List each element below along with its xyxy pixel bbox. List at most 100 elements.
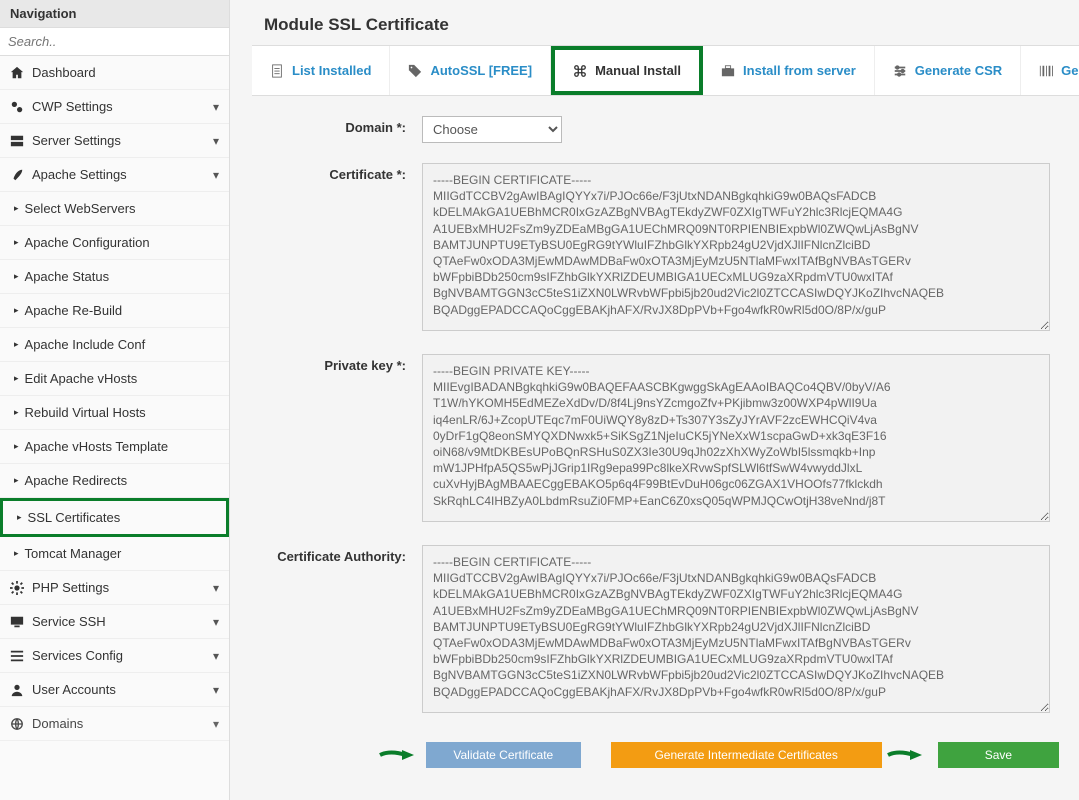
tabs: List Installed AutoSSL [FREE] Manual Ins… <box>252 46 1079 96</box>
sub-edit-apache-vhosts[interactable]: ▸Edit Apache vHosts <box>0 362 229 396</box>
caret-icon: ▸ <box>14 203 19 214</box>
certificate-label: Certificate *: <box>272 163 422 334</box>
caret-icon: ▸ <box>14 548 19 559</box>
doc-icon <box>270 64 284 78</box>
chevron-down-icon <box>213 580 219 595</box>
sub-ssl-certificates[interactable]: ▸ SSL Certificates <box>0 498 229 537</box>
sub-rebuild-virtual-hosts[interactable]: ▸ Rebuild Virtual Hosts <box>0 396 229 430</box>
sub-label: Apache Include Conf <box>25 337 146 352</box>
sub-apache-vhosts-template[interactable]: ▸Apache vHosts Template <box>0 430 229 464</box>
nav-label: Services Config <box>32 648 123 663</box>
sub-label: Rebuild Virtual Hosts <box>25 405 146 420</box>
arrow-icon <box>886 747 930 763</box>
tag-icon <box>408 64 422 78</box>
sidebar: Navigation Dashboard CWP Settings Server… <box>0 0 230 800</box>
domain-label: Domain *: <box>272 116 422 143</box>
sub-label: SSL Certificates <box>28 510 121 525</box>
nav-php-settings[interactable]: PHP Settings <box>0 571 229 605</box>
tab-label: Generate CSR <box>915 63 1002 78</box>
nav-services-config[interactable]: Services Config <box>0 639 229 673</box>
save-button[interactable]: Save <box>938 742 1059 768</box>
nav-label: Domains <box>32 716 83 731</box>
domain-select[interactable]: Choose <box>422 116 562 143</box>
caret-icon: ▸ <box>14 305 19 316</box>
sub-tomcat-manager[interactable]: ▸ Tomcat Manager <box>0 537 229 571</box>
sub-apache-redirects[interactable]: ▸ Apache Redirects <box>0 464 229 498</box>
caret-icon: ▸ <box>14 237 19 248</box>
sub-apache-rebuild[interactable]: ▸ Apache Re-Build <box>0 294 229 328</box>
sub-label: Apache Re-Build <box>25 303 123 318</box>
nav-apache-settings[interactable]: Apache Settings <box>0 158 229 192</box>
tab-list-installed[interactable]: List Installed <box>252 46 390 95</box>
nav-label: PHP Settings <box>32 580 109 595</box>
server-icon <box>10 134 24 148</box>
nav-label: User Accounts <box>32 682 116 697</box>
chevron-down-icon <box>213 167 219 182</box>
validate-button[interactable]: Validate Certificate <box>426 742 581 768</box>
generate-intermediate-button[interactable]: Generate Intermediate Certificates <box>611 742 882 768</box>
nav-server-settings[interactable]: Server Settings <box>0 124 229 158</box>
arrow-icon <box>378 747 422 763</box>
feather-icon <box>10 168 24 182</box>
cog-icon <box>10 581 24 595</box>
caret-icon: ▸ <box>14 339 19 350</box>
sub-label: Select WebServers <box>25 201 136 216</box>
tab-generate-s[interactable]: Generate S <box>1021 46 1079 95</box>
nav-title: Navigation <box>0 0 229 28</box>
command-icon <box>573 64 587 78</box>
sub-apache-status[interactable]: ▸ Apache Status <box>0 260 229 294</box>
ca-label: Certificate Authority: <box>272 545 422 716</box>
chevron-down-icon <box>213 648 219 663</box>
search-input[interactable] <box>0 28 229 56</box>
nav-cwp-settings[interactable]: CWP Settings <box>0 90 229 124</box>
barcode-icon <box>1039 64 1053 78</box>
tab-autossl[interactable]: AutoSSL [FREE] <box>390 46 551 95</box>
tab-label: List Installed <box>292 63 371 78</box>
sub-label: Apache Status <box>25 269 110 284</box>
list-icon <box>10 649 24 663</box>
certificate-textarea[interactable]: -----BEGIN CERTIFICATE----- MIIGdTCCBV2g… <box>422 163 1050 331</box>
cogs-icon <box>10 100 24 114</box>
nav-label: Server Settings <box>32 133 121 148</box>
chevron-down-icon <box>213 614 219 629</box>
sub-label: Apache Redirects <box>25 473 128 488</box>
caret-icon: ▸ <box>14 271 19 282</box>
tab-install-from-server[interactable]: Install from server <box>703 46 875 95</box>
form: Domain *: Choose Certificate *: -----BEG… <box>252 96 1079 774</box>
tab-label: Generate S <box>1061 63 1079 78</box>
main-content: Module SSL Certificate List Installed Au… <box>230 0 1079 800</box>
sub-apache-include-conf[interactable]: ▸ Apache Include Conf <box>0 328 229 362</box>
nav-label: Service SSH <box>32 614 106 629</box>
chevron-down-icon <box>213 716 219 731</box>
tab-label: Manual Install <box>595 63 681 78</box>
sub-label: Tomcat Manager <box>25 546 122 561</box>
caret-icon: ▸ <box>14 373 19 384</box>
sub-label: Apache Configuration <box>25 235 150 250</box>
briefcase-icon <box>721 64 735 78</box>
sub-select-webservers[interactable]: ▸ Select WebServers <box>0 192 229 226</box>
caret-icon: ▸ <box>17 512 22 523</box>
chevron-down-icon <box>213 133 219 148</box>
nav-dashboard[interactable]: Dashboard <box>0 56 229 90</box>
chevron-down-icon <box>213 99 219 114</box>
ca-textarea[interactable]: -----BEGIN CERTIFICATE----- MIIGdTCCBV2g… <box>422 545 1050 713</box>
page-title: Module SSL Certificate <box>252 5 1079 46</box>
nav-label: Apache Settings <box>32 167 127 182</box>
caret-icon: ▸ <box>14 475 19 486</box>
nav-label: Dashboard <box>32 65 96 80</box>
user-icon <box>10 683 24 697</box>
nav-domains[interactable]: Domains <box>0 707 229 741</box>
nav-service-ssh[interactable]: Service SSH <box>0 605 229 639</box>
tab-label: Install from server <box>743 63 856 78</box>
nav-user-accounts[interactable]: User Accounts <box>0 673 229 707</box>
caret-icon: ▸ <box>14 441 19 452</box>
globe-icon <box>10 717 24 731</box>
nav-label: CWP Settings <box>32 99 113 114</box>
sub-apache-configuration[interactable]: ▸ Apache Configuration <box>0 226 229 260</box>
button-row: Validate Certificate Generate Intermedia… <box>272 736 1059 768</box>
tab-generate-csr[interactable]: Generate CSR <box>875 46 1021 95</box>
caret-icon: ▸ <box>14 407 19 418</box>
tab-manual-install[interactable]: Manual Install <box>551 46 703 95</box>
home-icon <box>10 66 24 80</box>
privatekey-textarea[interactable]: -----BEGIN PRIVATE KEY----- MIIEvgIBADAN… <box>422 354 1050 522</box>
